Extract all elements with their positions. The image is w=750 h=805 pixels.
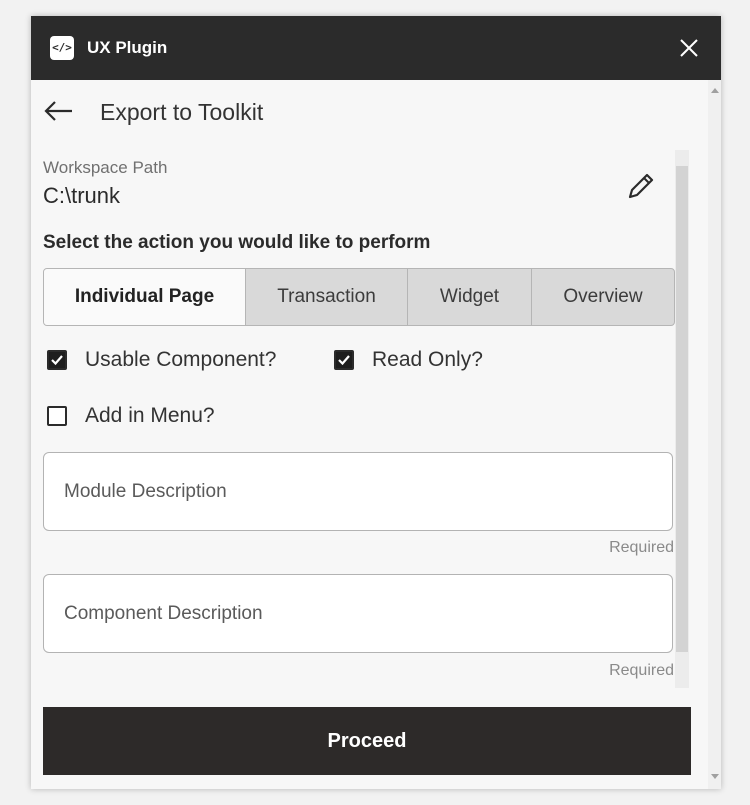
add-in-menu-option: Add in Menu?	[47, 404, 215, 428]
window-title: UX Plugin	[87, 38, 168, 57]
page-title: Export to Toolkit	[100, 99, 264, 125]
code-icon: </>	[50, 36, 74, 60]
workspace-path-value: C:\trunk	[43, 183, 121, 208]
edit-workspace-button[interactable]	[623, 168, 659, 204]
plugin-window: </> UX Plugin Export to Toolkit Workspac…	[31, 16, 721, 789]
arrow-left-icon	[44, 101, 72, 121]
checkmark-icon	[338, 355, 350, 366]
usable-component-option: Usable Component?	[47, 348, 276, 372]
component-description-required-hint: Required	[609, 662, 674, 679]
component-description-input[interactable]	[43, 574, 673, 653]
close-button[interactable]	[675, 34, 703, 62]
scroll-down-arrow-icon[interactable]	[711, 774, 719, 779]
back-button[interactable]	[43, 96, 75, 126]
add-in-menu-checkbox[interactable]	[47, 406, 67, 426]
tab-overview[interactable]: Overview	[532, 269, 674, 325]
scroll-up-arrow-icon[interactable]	[711, 88, 719, 93]
action-tabs: Individual Page Transaction Widget Overv…	[43, 268, 675, 326]
window-scrollbar[interactable]	[708, 80, 721, 789]
proceed-button[interactable]: Proceed	[43, 707, 691, 775]
action-prompt: Select the action you would like to perf…	[43, 232, 431, 253]
tab-transaction[interactable]: Transaction	[246, 269, 408, 325]
module-description-required-hint: Required	[609, 539, 674, 556]
content-scrollbar-thumb[interactable]	[676, 166, 688, 652]
pencil-icon	[628, 173, 654, 199]
tab-widget[interactable]: Widget	[408, 269, 532, 325]
module-description-input[interactable]	[43, 452, 673, 531]
workspace-path-label: Workspace Path	[43, 158, 168, 177]
usable-component-checkbox[interactable]	[47, 350, 67, 370]
tab-individual-page[interactable]: Individual Page	[44, 269, 246, 325]
title-bar: </> UX Plugin	[31, 16, 721, 80]
read-only-label: Read Only?	[372, 348, 483, 371]
checkmark-icon	[51, 355, 63, 366]
close-icon	[680, 39, 698, 57]
usable-component-label: Usable Component?	[85, 348, 277, 371]
read-only-checkbox[interactable]	[334, 350, 354, 370]
read-only-option: Read Only?	[334, 348, 483, 372]
add-in-menu-label: Add in Menu?	[85, 404, 215, 427]
